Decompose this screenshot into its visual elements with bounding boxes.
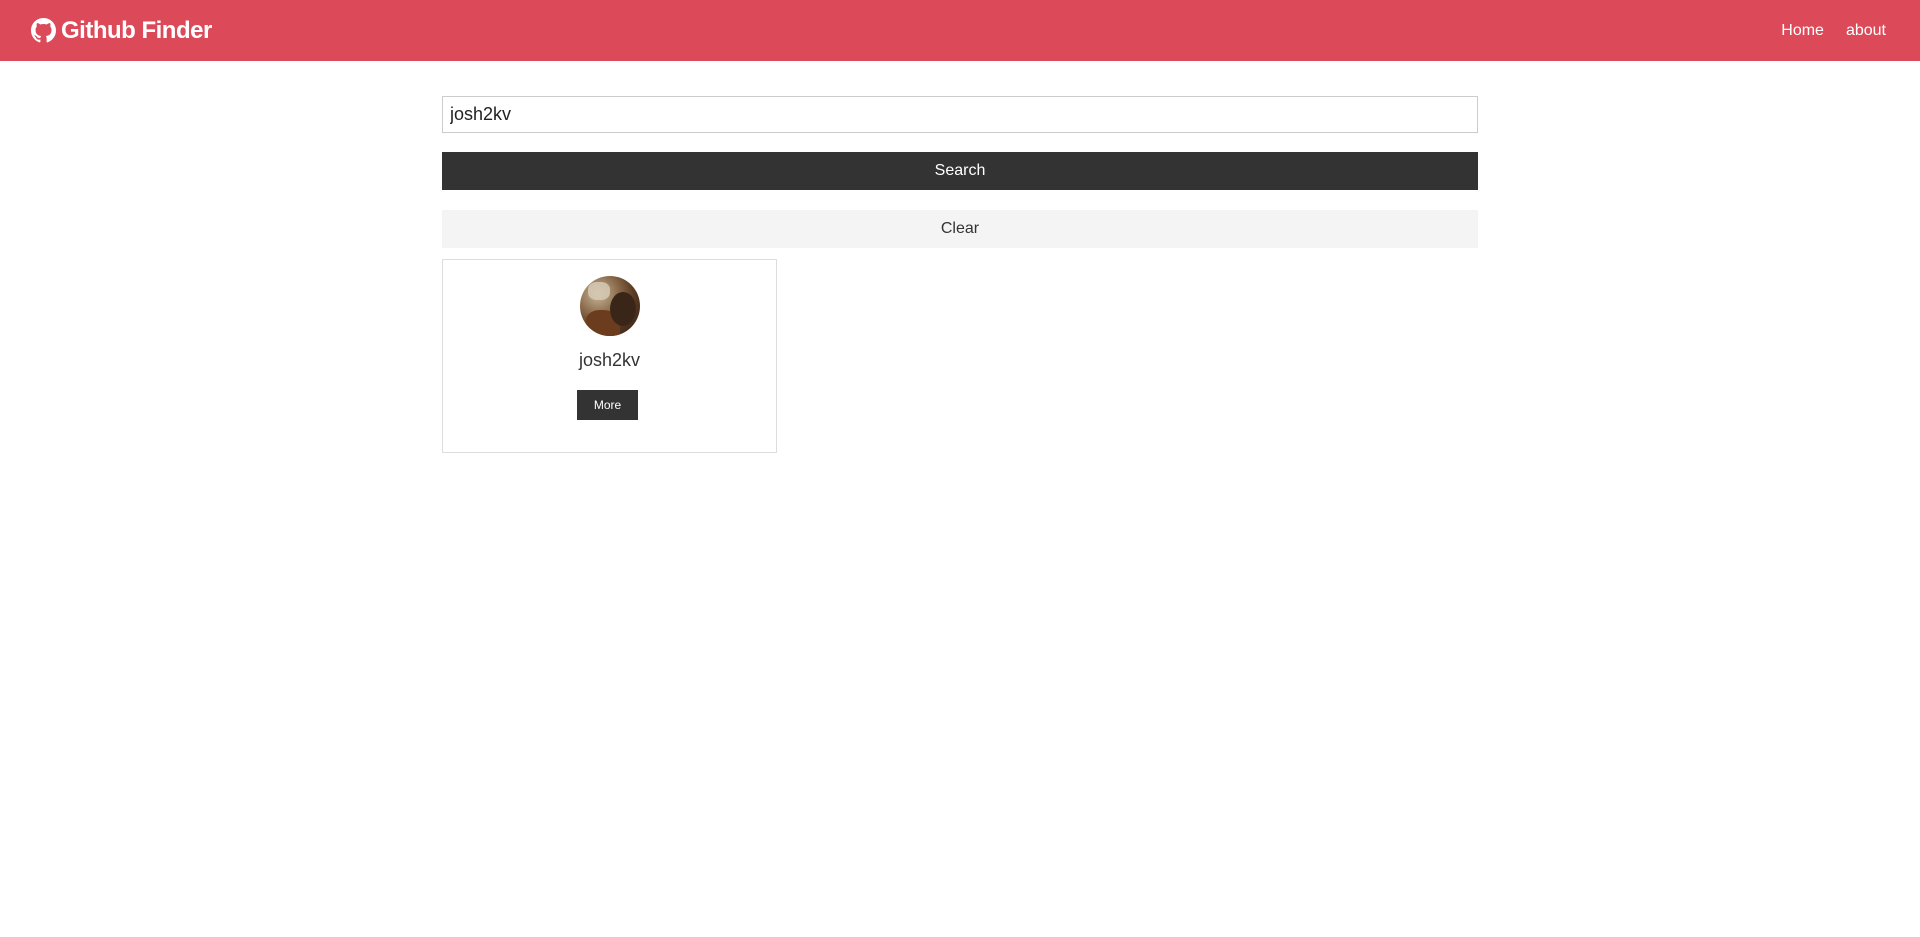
nav-link-about[interactable]: about — [1846, 22, 1886, 40]
brand[interactable]: Github Finder — [31, 17, 212, 45]
nav-links: Home about — [1759, 22, 1886, 40]
search-section: Search Clear — [442, 96, 1478, 248]
clear-button[interactable]: Clear — [442, 210, 1478, 248]
github-icon — [31, 18, 56, 43]
nav-link-home[interactable]: Home — [1781, 22, 1824, 40]
search-input[interactable] — [442, 96, 1478, 133]
more-button[interactable]: More — [577, 390, 638, 420]
avatar — [580, 276, 640, 336]
navbar: Github Finder Home about — [0, 0, 1920, 61]
search-button[interactable]: Search — [442, 152, 1478, 190]
brand-title: Github Finder — [61, 16, 212, 44]
user-card: josh2kv More — [442, 259, 777, 453]
username: josh2kv — [578, 350, 641, 370]
